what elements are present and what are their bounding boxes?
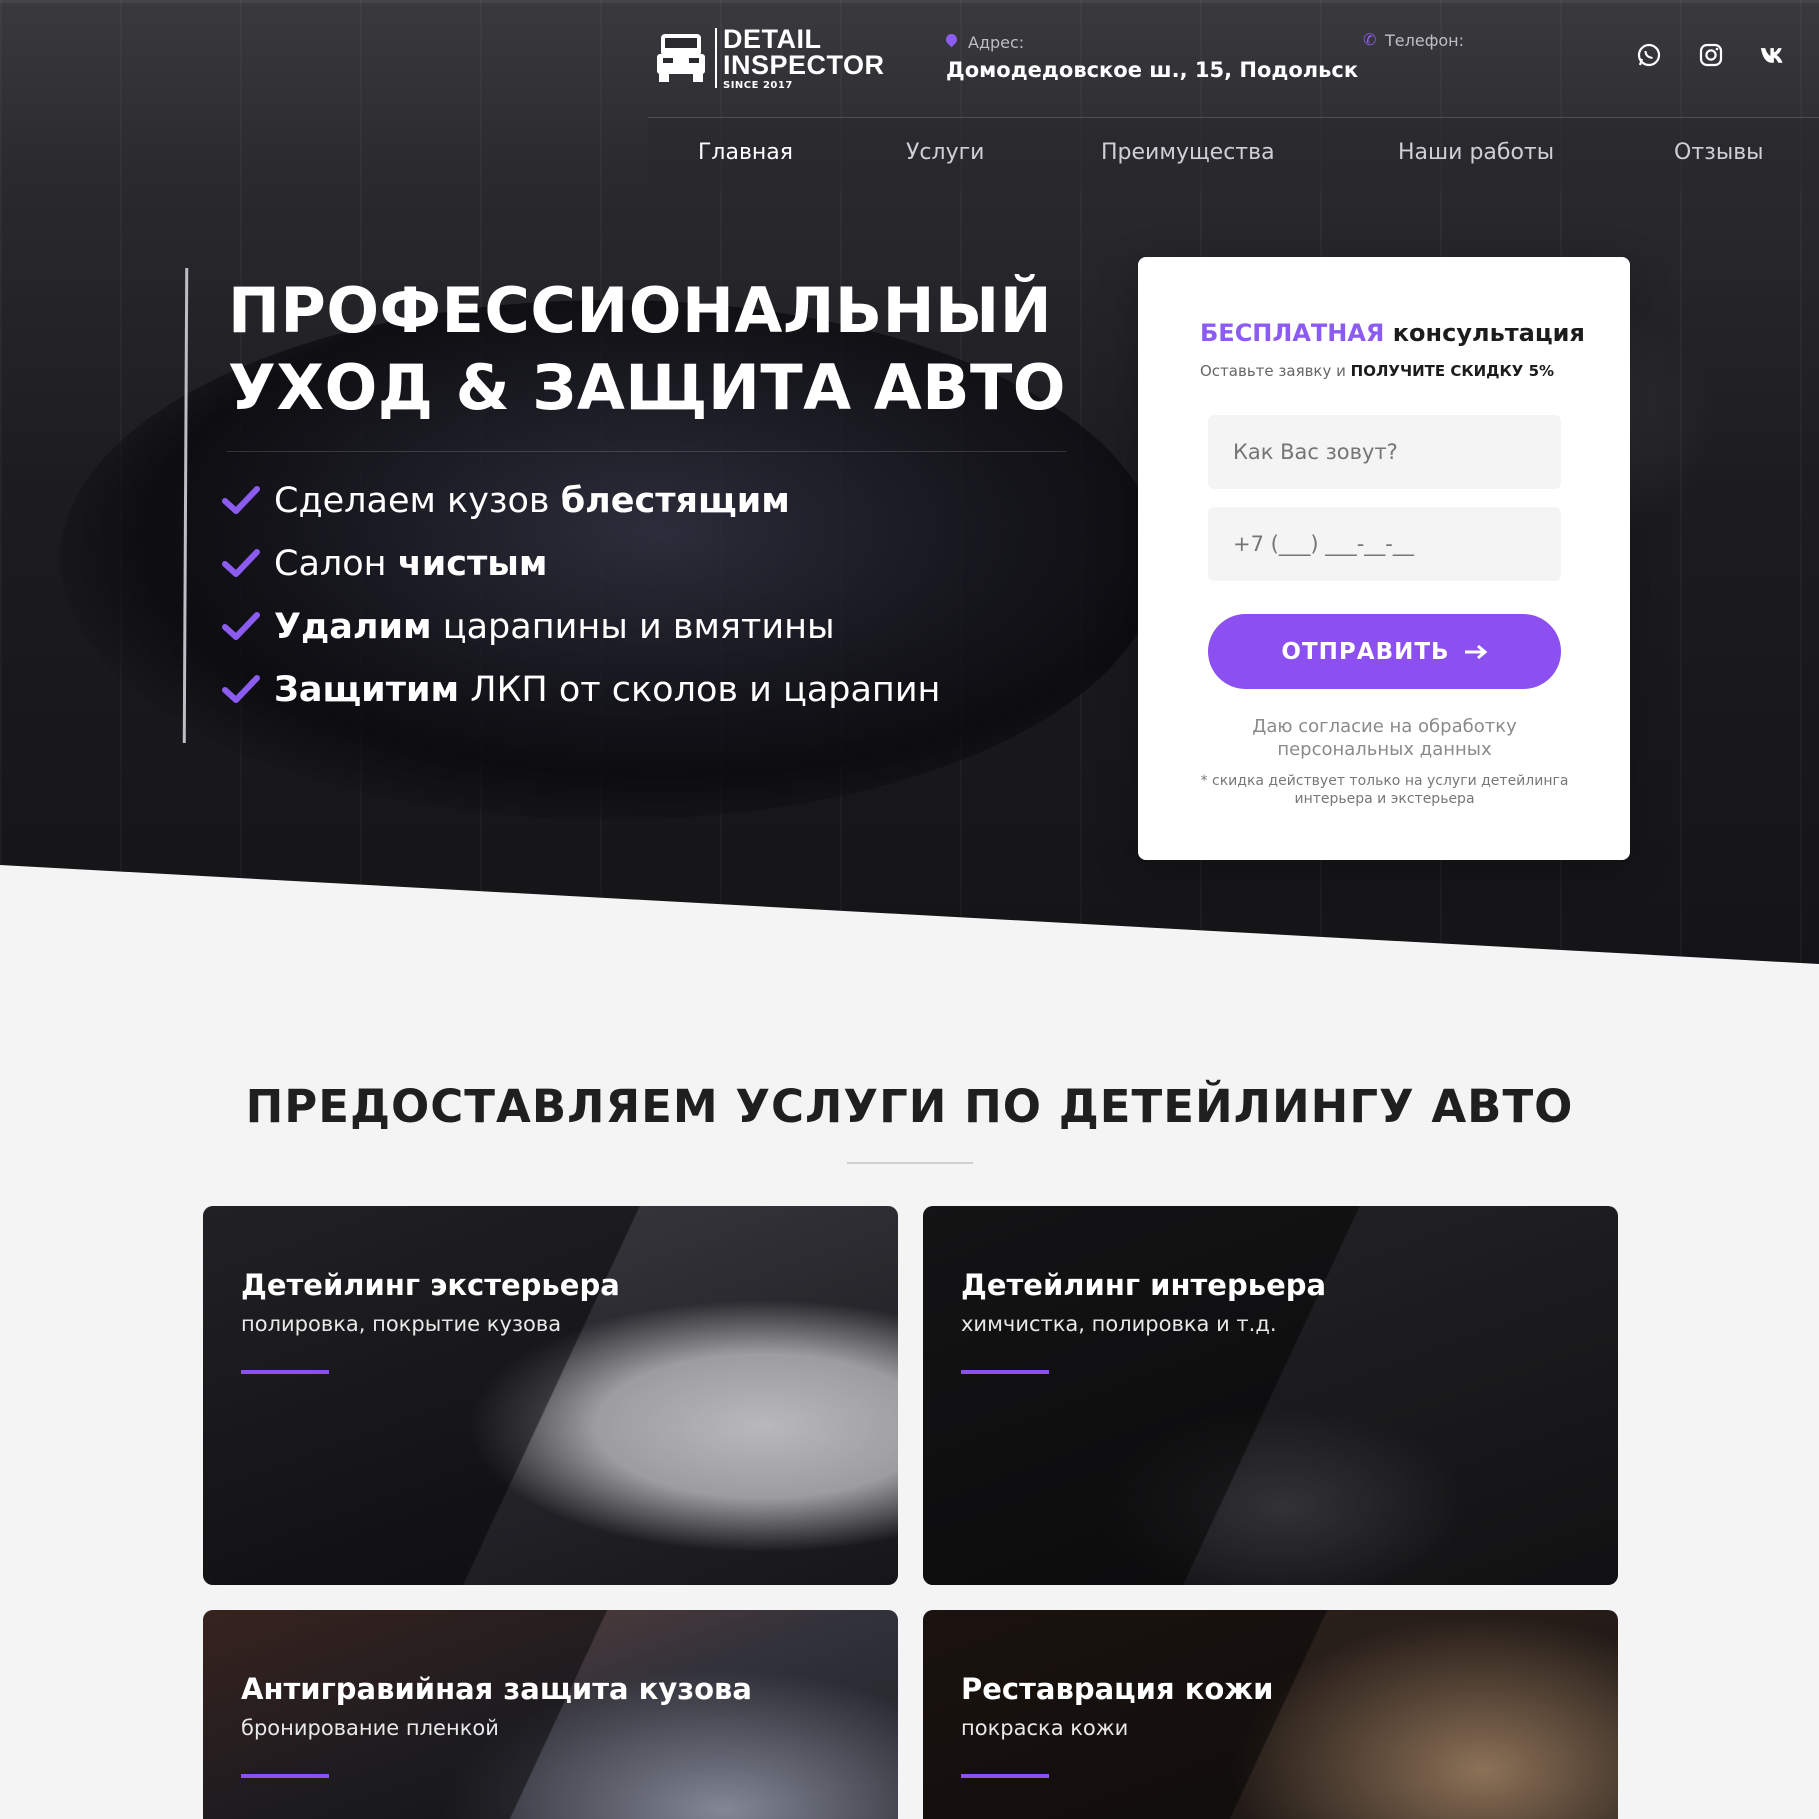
- bullet-text: Сделаем кузов: [274, 481, 561, 521]
- bullet-item: Удалим царапины и вмятины: [222, 607, 940, 670]
- service-card-image: [203, 1206, 898, 1585]
- service-card-title: Реставрация кожи: [961, 1672, 1274, 1706]
- service-card-image: [923, 1610, 1618, 1819]
- form-sub-bold: ПОЛУЧИТЕ СКИДКУ 5%: [1350, 362, 1555, 380]
- service-card-image: [203, 1610, 898, 1819]
- hero-title-line2: УХОД & ЗАЩИТА АВТО: [228, 351, 1066, 424]
- bullet-text: ЛКП от сколов и царапин: [459, 670, 941, 710]
- service-card-paint-protection[interactable]: Антигравийная защита кузова бронирование…: [203, 1610, 898, 1819]
- consent-text[interactable]: Даю согласие на обработку персональных д…: [1198, 715, 1571, 761]
- header-phone[interactable]: ✆ Телефон:: [1363, 30, 1465, 50]
- phone-icon: ✆: [1363, 30, 1377, 49]
- service-card-leather[interactable]: Реставрация кожи покраска кожи: [923, 1610, 1618, 1819]
- bullet-text: Салон: [274, 544, 398, 584]
- bullet-bold: блестящим: [560, 481, 790, 521]
- nav-item-works[interactable]: Наши работы: [1398, 140, 1554, 165]
- discount-disclaimer: * скидка действует только на услуги дете…: [1200, 773, 1569, 807]
- service-card-accent-line: [961, 1774, 1049, 1778]
- whatsapp-icon[interactable]: [1636, 42, 1662, 68]
- logo-divider: [715, 28, 717, 88]
- car-logo-icon: [657, 34, 705, 82]
- bullet-item: Салон чистым: [222, 544, 940, 607]
- service-card-accent-line: [961, 1370, 1049, 1374]
- consultation-form: БЕСПЛАТНАЯ консультация Оставьте заявку …: [1138, 257, 1630, 860]
- service-card-accent-line: [241, 1370, 329, 1374]
- bullet-text: царапины и вмятины: [431, 607, 835, 647]
- logo-text-inspector: INSPECTOR: [723, 50, 885, 80]
- form-title: БЕСПЛАТНАЯ консультация: [1200, 319, 1585, 347]
- service-card-title: Детейлинг экстерьера: [241, 1268, 620, 1302]
- bullet-item: Сделаем кузов блестящим: [222, 481, 940, 544]
- bullet-item: Защитим ЛКП от сколов и царапин: [222, 670, 940, 733]
- phone-label: Телефон:: [1385, 31, 1465, 50]
- form-title-rest: консультация: [1384, 319, 1585, 347]
- social-links: [1636, 42, 1786, 68]
- service-card-subtitle: химчистка, полировка и т.д.: [961, 1312, 1277, 1336]
- services-title: ПРЕДОСТАВЛЯЕМ УСЛУГИ ПО ДЕТЕЙЛИНГУ АВТО: [245, 1080, 1574, 1133]
- checkmark-icon: [222, 549, 260, 577]
- name-input[interactable]: [1208, 415, 1561, 489]
- form-sub-plain: Оставьте заявку и: [1200, 362, 1351, 380]
- nav-item-reviews[interactable]: Отзывы: [1674, 140, 1764, 165]
- hero-title: ПРОФЕССИОНАЛЬНЫЙ УХОД & ЗАЩИТА АВТО: [228, 272, 1066, 426]
- service-card-subtitle: покраска кожи: [961, 1716, 1129, 1740]
- main-nav: Главная Услуги Преимущества Наши работы …: [648, 118, 1819, 190]
- nav-item-services[interactable]: Услуги: [906, 140, 984, 165]
- phone-input[interactable]: [1208, 507, 1561, 581]
- vk-icon[interactable]: [1760, 42, 1786, 68]
- form-title-accent: БЕСПЛАТНАЯ: [1200, 319, 1385, 347]
- service-card-subtitle: полировка, покрытие кузова: [241, 1312, 562, 1336]
- services-divider: [847, 1162, 973, 1164]
- logo-since: SINCE 2017: [723, 80, 793, 91]
- bullet-bold: Защитим: [274, 670, 460, 710]
- submit-button[interactable]: ОТПРАВИТЬ: [1208, 614, 1561, 689]
- address-label: Адрес:: [946, 33, 1358, 52]
- service-card-title: Детейлинг интерьера: [961, 1268, 1327, 1302]
- form-subtitle: Оставьте заявку и ПОЛУЧИТЕ СКИДКУ 5%: [1200, 362, 1554, 380]
- checkmark-icon: [222, 612, 260, 640]
- checkmark-icon: [222, 486, 260, 514]
- hero-bullets: Сделаем кузов блестящим Салон чистым Уда…: [222, 481, 940, 733]
- logo[interactable]: DETAIL INSPECTOR SINCE 2017: [655, 24, 895, 94]
- nav-item-home[interactable]: Главная: [698, 140, 793, 165]
- logo-text-detail: DETAIL: [723, 24, 822, 54]
- hero-title-line1: ПРОФЕССИОНАЛЬНЫЙ: [228, 274, 1053, 347]
- checkmark-icon: [222, 675, 260, 703]
- header-address: Адрес: Домодедовское ш., 15, Подольск: [946, 33, 1358, 82]
- service-card-title: Антигравийная защита кузова: [241, 1672, 752, 1706]
- bullet-bold: чистым: [397, 544, 548, 584]
- service-card-accent-line: [241, 1774, 329, 1778]
- arrow-right-icon: [1464, 644, 1487, 659]
- bullet-bold: Удалим: [274, 607, 432, 647]
- hero-divider: [226, 451, 1066, 452]
- nav-item-advantages[interactable]: Преимущества: [1101, 140, 1275, 165]
- service-card-interior[interactable]: Детейлинг интерьера химчистка, полировка…: [923, 1206, 1618, 1585]
- phone-label-wrap: ✆ Телефон:: [1363, 30, 1465, 50]
- service-card-subtitle: бронирование пленкой: [241, 1716, 499, 1740]
- submit-label: ОТПРАВИТЬ: [1281, 638, 1450, 665]
- address-value: Домодедовское ш., 15, Подольск: [946, 58, 1359, 82]
- service-card-exterior[interactable]: Детейлинг экстерьера полировка, покрытие…: [203, 1206, 898, 1585]
- service-card-image: [923, 1206, 1618, 1585]
- instagram-icon[interactable]: [1698, 42, 1724, 68]
